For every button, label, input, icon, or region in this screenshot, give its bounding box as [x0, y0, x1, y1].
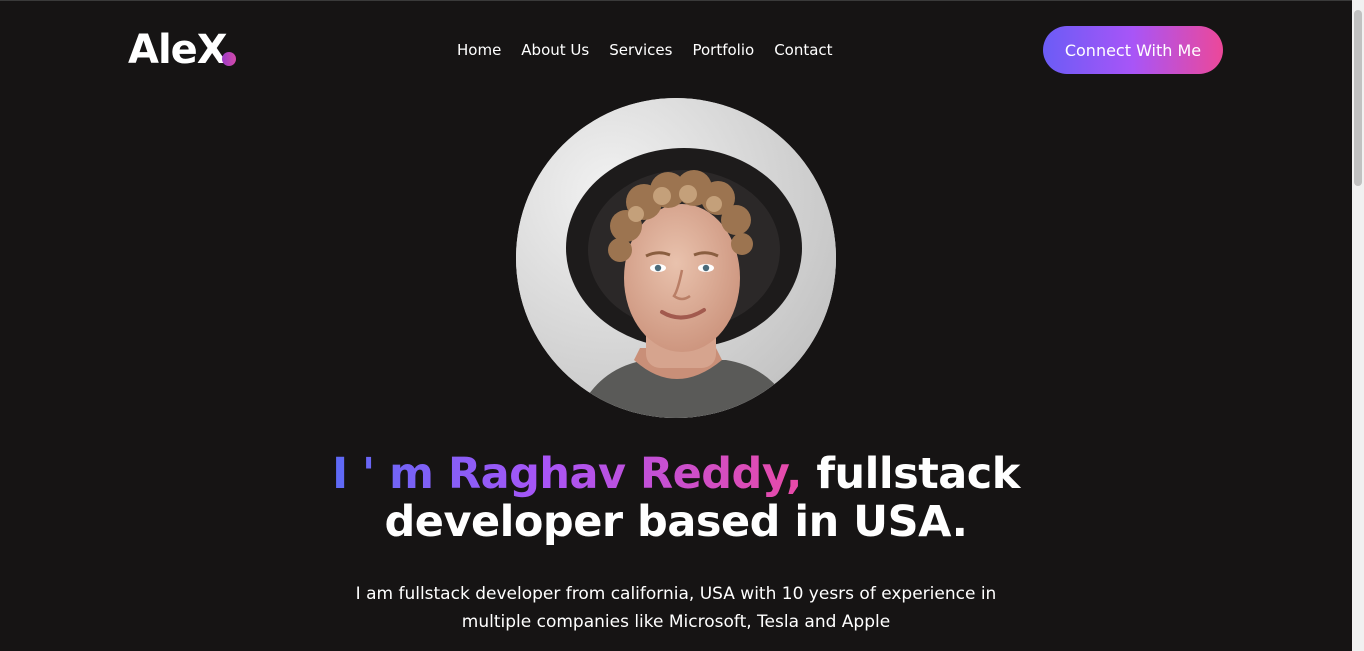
- connect-with-me-button[interactable]: Connect With Me: [1043, 26, 1223, 74]
- description-line-2: multiple companies like Microsoft, Tesla…: [461, 612, 891, 632]
- scrollbar-thumb[interactable]: [1354, 10, 1362, 186]
- nav-item-services[interactable]: Services: [609, 40, 672, 60]
- nav-item-about-us[interactable]: About Us: [521, 40, 589, 60]
- site-logo[interactable]: AleX: [128, 26, 228, 74]
- headline-line2: developer based in USA.: [384, 497, 968, 547]
- logo-dot-icon: [222, 52, 236, 66]
- nav-item-portfolio[interactable]: Portfolio: [692, 40, 754, 60]
- nav-item-home[interactable]: Home: [457, 40, 501, 60]
- description-line-1: I am fullstack developer from california…: [355, 584, 997, 604]
- headline-highlight: I ' m Raghav Reddy,: [332, 449, 802, 499]
- hero-headline: I ' m Raghav Reddy, fullstack developer …: [0, 450, 1352, 546]
- page-scrollbar[interactable]: [1352, 0, 1364, 651]
- nav-item-contact[interactable]: Contact: [774, 40, 832, 60]
- hero-description: I am fullstack developer from california…: [0, 580, 1352, 636]
- profile-avatar: [516, 98, 836, 418]
- profile-photo-illustration: [516, 98, 836, 418]
- main-nav: Home About Us Services Portfolio Contact: [457, 40, 833, 60]
- headline-line1-rest: fullstack: [816, 449, 1020, 499]
- window-top-border: [0, 0, 1364, 1]
